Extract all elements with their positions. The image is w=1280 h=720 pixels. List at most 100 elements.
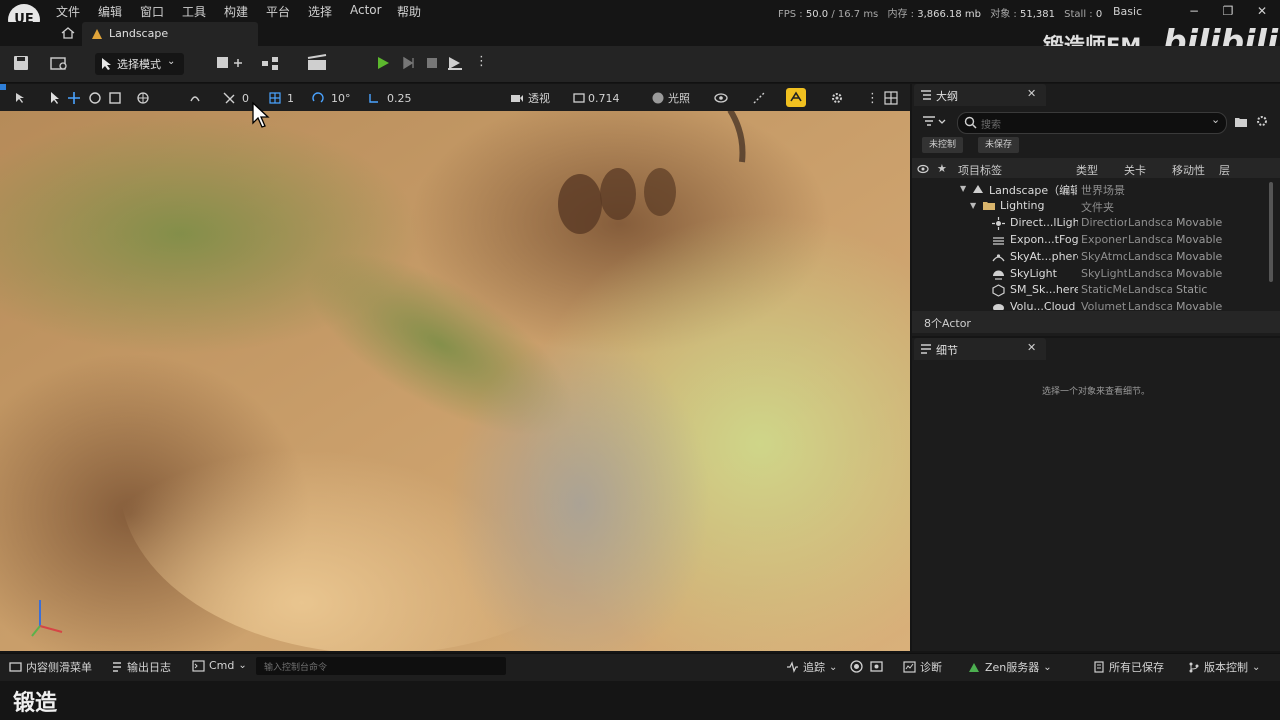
fov-dropdown[interactable]: 0.714 (572, 89, 620, 107)
filter-chip-uncontrolled[interactable]: 未控制 (922, 137, 964, 153)
screenshot-icon[interactable] (870, 660, 883, 673)
select-mode-dropdown[interactable]: 选择模式 ⌄ (95, 53, 184, 75)
filter-icon (923, 116, 946, 126)
viewport-layout-button[interactable] (884, 89, 898, 107)
outliner-row-volumetric-cloud[interactable]: Volu...Cloud Volumet Landsca Movable (916, 299, 1266, 310)
fog-icon (993, 237, 1004, 245)
home-icon[interactable] (60, 25, 76, 41)
outliner-row-sky-atmosphere[interactable]: SkyAt...phere SkyAtmo Landsca Movable (916, 249, 1266, 266)
viewport-more-icon[interactable]: ⋮ (866, 89, 879, 107)
filter-dropdown[interactable] (922, 115, 948, 132)
filter-chip-unsaved[interactable]: 未保存 (978, 137, 1020, 153)
menu-bar: UE 文件 编辑 窗口 工具 构建 平台 选择 Actor 帮助 FPS : 5… (0, 0, 1280, 36)
content-browser-icon[interactable] (49, 54, 69, 72)
close-icon[interactable]: ✕ (1027, 87, 1036, 100)
camera-icon (511, 95, 523, 102)
expand-arrow-icon[interactable]: ▼ (970, 201, 976, 210)
cmd-dropdown[interactable]: Cmd ⌄ (192, 659, 247, 672)
tab-landscape[interactable]: Landscape (82, 22, 258, 46)
menu-select[interactable]: 选择 (308, 3, 332, 20)
blueprint-icon[interactable] (260, 54, 292, 72)
source-control-dropdown[interactable]: 版本控制 ⌄ (1188, 659, 1260, 675)
search-icon (964, 116, 977, 129)
world-space-button[interactable] (136, 89, 150, 107)
level-viewport[interactable] (0, 84, 910, 651)
launch-options-icon[interactable] (446, 55, 464, 71)
menu-actor[interactable]: Actor (350, 3, 382, 17)
view-mode-dropdown[interactable]: 透视 (510, 89, 550, 107)
content-drawer-button[interactable]: 内容侧滑菜单 (9, 659, 92, 675)
minimize-icon[interactable]: − (1184, 2, 1204, 20)
game-view-toggle[interactable] (786, 88, 806, 107)
snap-angle-dropdown[interactable]: 0 (222, 89, 249, 107)
scale-tool-button[interactable] (108, 89, 122, 107)
stop-icon[interactable] (424, 55, 440, 71)
add-folder-icon[interactable] (1234, 115, 1248, 128)
play-icon[interactable] (375, 55, 391, 71)
outliner-row-directional-light[interactable]: Direct...lLight Direction Landsca Movabl… (916, 215, 1266, 232)
output-log-button[interactable]: 输出日志 (111, 659, 171, 675)
add-actor-icon[interactable] (214, 54, 244, 72)
menu-platform[interactable]: 平台 (266, 3, 290, 20)
settings-gear-icon[interactable] (1255, 114, 1269, 128)
menu-build[interactable]: 构建 (224, 3, 248, 20)
outliner-row-sm-sky-sphere[interactable]: SM_Sk...here StaticMe Landsca Static (916, 282, 1266, 299)
column-mobility[interactable]: 移动性 (1172, 162, 1205, 178)
realtime-options-dropdown[interactable] (752, 89, 766, 107)
close-window-icon[interactable]: ✕ (1252, 2, 1272, 20)
close-icon[interactable]: ✕ (1027, 341, 1036, 354)
column-type[interactable]: 类型 (1076, 162, 1098, 178)
outliner-row-sky-light[interactable]: SkyLight SkyLight Landsca Movable (916, 266, 1266, 283)
rotation-snap-dropdown[interactable]: 10° (311, 89, 351, 107)
menu-window[interactable]: 窗口 (140, 3, 164, 20)
layout-profile[interactable]: Basic (1113, 5, 1142, 18)
expand-arrow-icon[interactable]: ▼ (960, 184, 966, 193)
column-item-label[interactable]: 项目标签 (958, 162, 1002, 178)
outliner-scrollbar[interactable] (1269, 182, 1273, 282)
menu-file[interactable]: 文件 (56, 3, 80, 20)
select-tool-button[interactable] (48, 89, 62, 107)
save-all-button[interactable]: 所有已保存 (1093, 659, 1164, 675)
show-flags-dropdown[interactable] (714, 89, 728, 107)
more-options-icon[interactable]: ⋮ (475, 54, 488, 69)
lit-sphere-icon (652, 92, 664, 104)
outliner-tab[interactable]: 大纲 ✕ (914, 84, 1046, 106)
details-tab[interactable]: 细节 ✕ (914, 338, 1046, 360)
zen-server-dropdown[interactable]: Zen服务器 ⌄ (968, 659, 1052, 675)
details-icon (921, 344, 931, 354)
menu-edit[interactable]: 编辑 (98, 3, 122, 20)
outliner-row-exponential-fog[interactable]: Expon...tFog Exponen Landsca Movable (916, 232, 1266, 249)
console-command-input[interactable]: 输入控制台命令 (256, 657, 506, 675)
visibility-eye-icon[interactable] (917, 164, 929, 174)
outliner-row-lighting-folder[interactable]: ▼ Lighting 文件夹 (916, 198, 1266, 215)
save-icon[interactable] (12, 54, 30, 72)
record-icon[interactable] (850, 660, 863, 673)
trace-icon (787, 661, 798, 673)
column-layer[interactable]: 层 (1219, 162, 1230, 178)
pin-star-icon[interactable]: ★ (937, 162, 947, 175)
viewport-options-dropdown[interactable] (14, 89, 28, 107)
surface-snap-button[interactable] (188, 89, 202, 107)
scale-snap-dropdown[interactable]: 0.25 (367, 89, 412, 107)
scale-icon (109, 92, 121, 104)
trace-dropdown[interactable]: 追踪 ⌄ (786, 659, 837, 675)
lighting-mode-dropdown[interactable]: 光照 (651, 89, 690, 107)
diagnostics-button[interactable]: 诊断 (903, 659, 942, 675)
grid-snap-dropdown[interactable]: 1 (268, 89, 294, 107)
outliner-row-landscape[interactable]: ▼ Landscape（编辑 世界场景 (916, 181, 1266, 198)
outliner-search-input[interactable]: 搜索 ⌄ (957, 112, 1227, 134)
menu-tools[interactable]: 工具 (182, 3, 206, 20)
level-warning-icon (92, 29, 102, 39)
eye-icon (714, 93, 728, 103)
translate-tool-button[interactable] (67, 89, 81, 107)
cinematics-icon[interactable] (306, 54, 338, 72)
menu-help[interactable]: 帮助 (397, 3, 421, 20)
step-icon[interactable] (401, 55, 417, 71)
maximize-icon[interactable]: ❐ (1218, 2, 1238, 20)
main-toolbar (0, 46, 1280, 83)
rotate-tool-button[interactable] (88, 89, 102, 107)
chevron-down-icon: ⌄ (1043, 661, 1052, 673)
viewport-settings-dropdown[interactable] (830, 89, 844, 107)
column-level[interactable]: 关卡 (1124, 162, 1146, 178)
fov-icon (573, 93, 585, 103)
